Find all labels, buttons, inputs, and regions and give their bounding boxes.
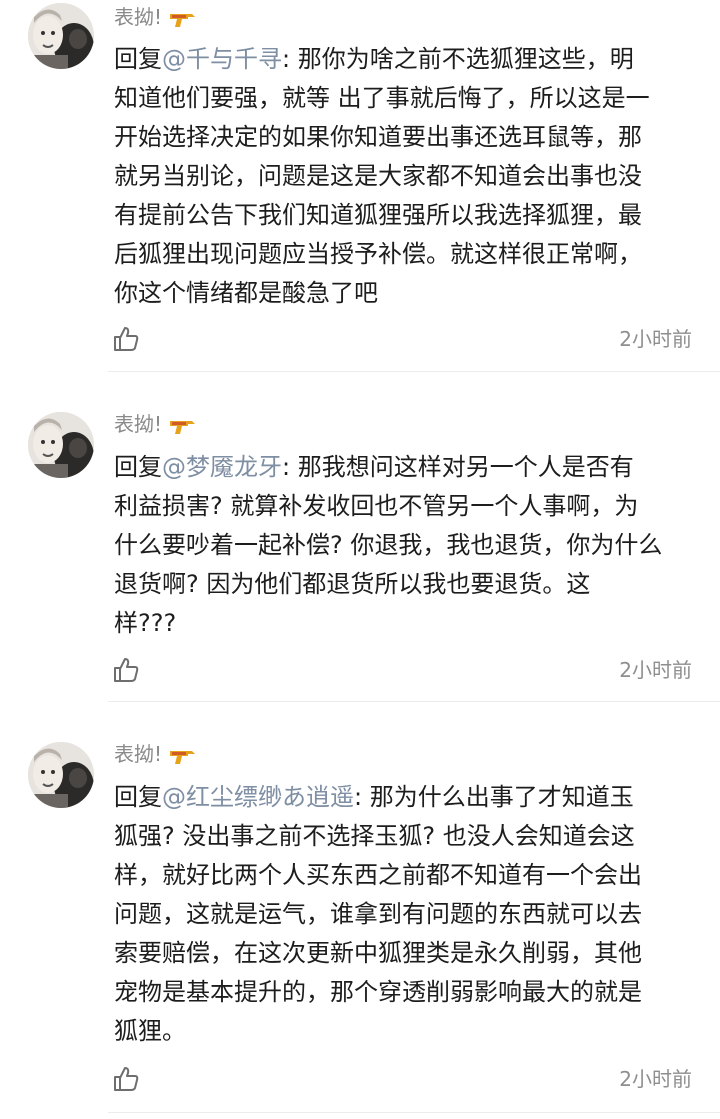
comment-text: 回复@红尘缥缈あ逍遥: 那为什么出事了才知道玉 狐强? 没出事之前不选择玉狐? …: [114, 778, 704, 1051]
timestamp: 2小时前: [619, 658, 692, 682]
avatar[interactable]: [28, 742, 94, 808]
thumbs-up-icon[interactable]: [112, 1065, 140, 1093]
comment-body: : 那为什么出事了才知道玉 狐强? 没出事之前不选择玉狐? 也没人会知道会这 样…: [114, 783, 642, 1045]
comment-item: 表拗! 回复@千与千寻: 那你为啥之前不选狐狸这些，明 知道他们要强，就等 出了…: [0, 0, 720, 372]
reply-prefix: 回复: [114, 45, 162, 73]
mention-link[interactable]: @梦魇龙牙: [162, 453, 282, 481]
comment-body: : 那你为啥之前不选狐狸这些，明 知道他们要强，就等 出了事就后悔了，所以这是一…: [114, 45, 650, 307]
comment-username[interactable]: 表拗!: [114, 739, 198, 769]
mention-link[interactable]: @千与千寻: [162, 45, 282, 73]
timestamp: 2小时前: [619, 1067, 692, 1091]
water-gun-icon: [170, 750, 196, 764]
avatar[interactable]: [28, 412, 94, 478]
mention-link[interactable]: @红尘缥缈あ逍遥: [162, 783, 354, 811]
reply-prefix: 回复: [114, 453, 162, 481]
water-gun-icon: [170, 13, 196, 27]
thumbs-up-icon[interactable]: [112, 656, 140, 684]
reply-prefix: 回复: [114, 783, 162, 811]
comment-username[interactable]: 表拗!: [114, 409, 198, 439]
comment-username[interactable]: 表拗!: [114, 2, 198, 32]
comment-item: 表拗! 回复@梦魇龙牙: 那我想问这样对另一个人是否有 利益损害? 就算补发收回…: [0, 372, 720, 702]
thumbs-up-icon[interactable]: [112, 325, 140, 353]
avatar[interactable]: [28, 3, 94, 69]
comment-text: 回复@梦魇龙牙: 那我想问这样对另一个人是否有 利益损害? 就算补发收回也不管另…: [114, 448, 704, 643]
divider: [108, 1112, 720, 1113]
username-text: 表拗!: [114, 5, 163, 29]
username-text: 表拗!: [114, 412, 163, 436]
water-gun-icon: [170, 420, 196, 434]
timestamp: 2小时前: [619, 327, 692, 351]
comment-text: 回复@千与千寻: 那你为啥之前不选狐狸这些，明 知道他们要强，就等 出了事就后悔…: [114, 40, 704, 313]
comment-item: 表拗! 回复@红尘缥缈あ逍遥: 那为什么出事了才知道玉 狐强? 没出事之前不选择…: [0, 702, 720, 1119]
username-text: 表拗!: [114, 742, 163, 766]
